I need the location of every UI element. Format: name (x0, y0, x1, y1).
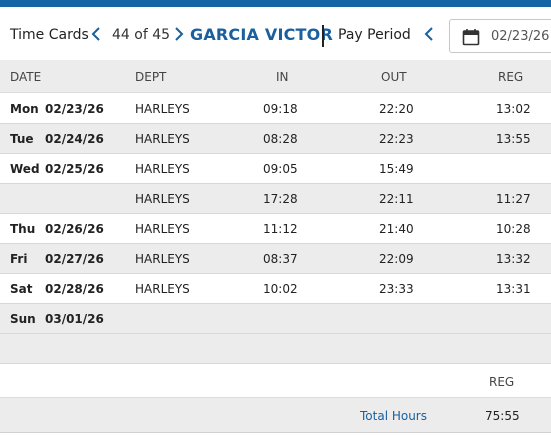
row-in-time: 09:18 (263, 102, 298, 116)
row-dept: HARLEYS (135, 162, 190, 176)
row-reg-hours: 13:02 (496, 102, 531, 116)
row-day: Sat (10, 282, 33, 296)
row-dept: HARLEYS (135, 102, 190, 116)
row-date: 02/23/26 (45, 102, 104, 116)
row-day: Thu (10, 222, 36, 236)
column-header-out: OUT (381, 70, 407, 84)
column-header-reg: REG (498, 70, 524, 84)
column-header-in: IN (276, 70, 289, 84)
row-reg-hours: 11:27 (496, 192, 531, 206)
row-day: Fri (10, 252, 28, 266)
row-out-time: 22:20 (379, 102, 414, 116)
row-date: 03/01/26 (45, 312, 104, 326)
row-day: Mon (10, 102, 39, 116)
previous-employee-button[interactable] (87, 23, 105, 45)
row-reg-hours: 13:32 (496, 252, 531, 266)
row-dept: HARLEYS (135, 252, 190, 266)
row-date: 02/28/26 (45, 282, 104, 296)
pay-period-date-field[interactable]: 02/23/26 (449, 19, 551, 53)
employee-name[interactable]: GARCIA VICTOR (190, 25, 333, 44)
row-date: 02/24/26 (45, 132, 104, 146)
total-hours-value: 75:55 (485, 409, 520, 423)
row-date: 02/26/26 (45, 222, 104, 236)
row-dept: HARLEYS (135, 192, 190, 206)
table-row[interactable]: Tue 02/24/26 HARLEYS 08:28 22:23 13:55 (0, 124, 551, 154)
row-out-time: 22:23 (379, 132, 414, 146)
empty-row (0, 334, 551, 364)
page-title: Time Cards (10, 27, 89, 43)
summary-reg-header: REG (489, 375, 515, 389)
row-reg-hours: 13:31 (496, 282, 531, 296)
table-row[interactable]: Wed 02/25/26 HARLEYS 09:05 15:49 (0, 154, 551, 184)
pay-period-label: Pay Period (338, 27, 411, 43)
previous-pay-period-button[interactable] (420, 23, 438, 45)
chevron-left-icon (424, 27, 433, 41)
row-dept: HARLEYS (135, 282, 190, 296)
header-divider (322, 25, 324, 47)
calendar-icon[interactable] (462, 28, 480, 46)
row-day: Tue (10, 132, 34, 146)
row-day: Wed (10, 162, 40, 176)
pay-period-date-value: 02/23/26 (491, 29, 550, 44)
row-in-time: 08:28 (263, 132, 298, 146)
column-header-date: DATE (10, 70, 42, 84)
table-row[interactable]: Sun 03/01/26 (0, 304, 551, 334)
chevron-left-icon (91, 27, 100, 41)
row-out-time: 15:49 (379, 162, 414, 176)
column-header-dept: DEPT (135, 70, 167, 84)
row-in-time: 10:02 (263, 282, 298, 296)
row-out-time: 21:40 (379, 222, 414, 236)
top-accent-bar (0, 0, 551, 7)
total-hours-label: Total Hours (360, 409, 427, 423)
row-day: Sun (10, 312, 36, 326)
row-date: 02/25/26 (45, 162, 104, 176)
next-employee-button[interactable] (170, 23, 188, 45)
table-row[interactable]: Mon 02/23/26 HARLEYS 09:18 22:20 13:02 (0, 94, 551, 124)
timecard-header: Time Cards 44 of 45 GARCIA VICTOR Pay Pe… (0, 7, 551, 60)
row-in-time: 11:12 (263, 222, 298, 236)
row-in-time: 09:05 (263, 162, 298, 176)
table-header-row: DATE DEPT IN OUT REG (0, 60, 551, 93)
row-in-time: 17:28 (263, 192, 298, 206)
table-row[interactable]: Fri 02/27/26 HARLEYS 08:37 22:09 13:32 (0, 244, 551, 274)
table-row[interactable]: Sat 02/28/26 HARLEYS 10:02 23:33 13:31 (0, 274, 551, 304)
table-row[interactable]: HARLEYS 17:28 22:11 11:27 (0, 184, 551, 214)
chevron-right-icon (175, 27, 184, 41)
row-dept: HARLEYS (135, 132, 190, 146)
row-dept: HARLEYS (135, 222, 190, 236)
record-position: 44 of 45 (112, 27, 171, 43)
row-out-time: 22:09 (379, 252, 414, 266)
summary-header-row: REG (0, 364, 551, 398)
row-in-time: 08:37 (263, 252, 298, 266)
table-row[interactable]: Thu 02/26/26 HARLEYS 11:12 21:40 10:28 (0, 214, 551, 244)
row-out-time: 23:33 (379, 282, 414, 296)
total-hours-row: Total Hours 75:55 (0, 398, 551, 433)
row-out-time: 22:11 (379, 192, 414, 206)
row-reg-hours: 13:55 (496, 132, 531, 146)
row-reg-hours: 10:28 (496, 222, 531, 236)
row-date: 02/27/26 (45, 252, 104, 266)
